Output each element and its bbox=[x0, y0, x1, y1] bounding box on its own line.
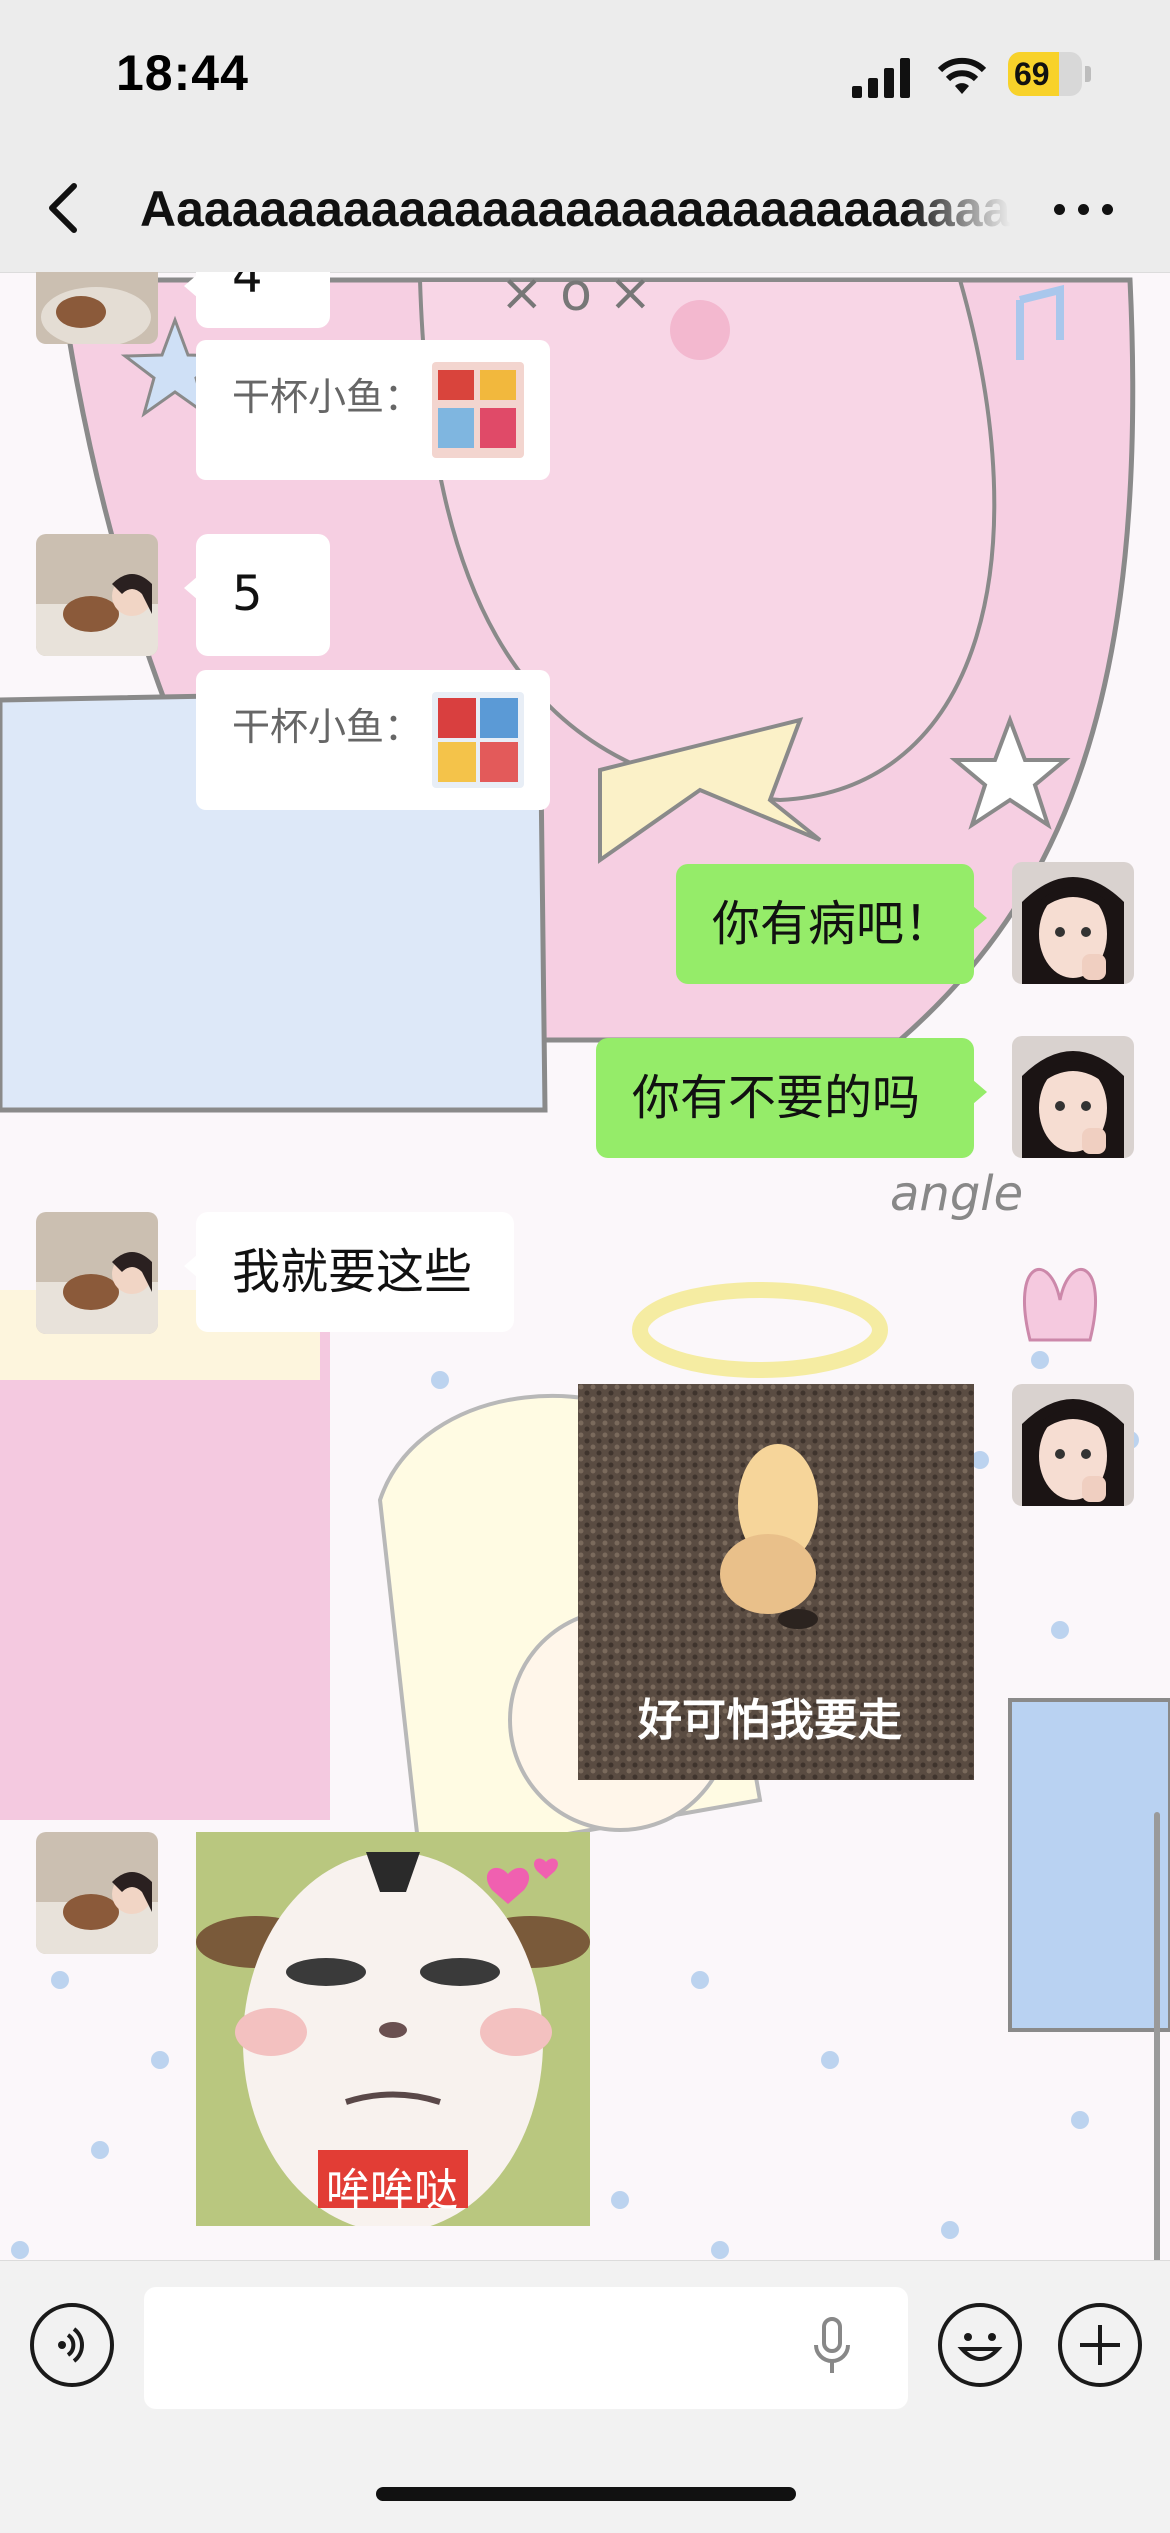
message-text: 你有不要的吗 bbox=[632, 1070, 921, 1126]
my-avatar[interactable] bbox=[1012, 1384, 1134, 1506]
quoted-reply[interactable]: 干杯小鱼： bbox=[196, 340, 550, 480]
message-text: 5 bbox=[232, 566, 263, 622]
sticker-caption: 哞哞哒 bbox=[326, 2165, 458, 2216]
wifi-icon bbox=[937, 57, 987, 94]
my-avatar[interactable] bbox=[1012, 862, 1134, 984]
message-bubble[interactable]: 4 bbox=[184, 272, 330, 328]
status-bar: 18:44 69 bbox=[0, 0, 1170, 150]
microphone-icon[interactable] bbox=[812, 2317, 852, 2377]
message-bubble[interactable]: 你有不要的吗 bbox=[596, 1038, 987, 1158]
message-bubble[interactable]: 你有病吧！ bbox=[676, 864, 987, 984]
quote-thumbnail[interactable] bbox=[432, 362, 524, 458]
home-indicator[interactable] bbox=[376, 2487, 796, 2501]
message-bubble[interactable]: 5 bbox=[184, 534, 330, 656]
quote-sender: 干杯小鱼： bbox=[232, 705, 423, 749]
emoji-icon[interactable] bbox=[938, 2303, 1022, 2387]
contact-avatar[interactable] bbox=[36, 1832, 158, 1954]
ellipsis-icon[interactable] bbox=[1052, 194, 1122, 224]
message-input[interactable] bbox=[144, 2287, 908, 2409]
quoted-reply[interactable]: 干杯小鱼： bbox=[196, 670, 550, 810]
contact-avatar[interactable] bbox=[36, 1212, 158, 1334]
quote-sender: 干杯小鱼： bbox=[232, 375, 423, 419]
message-text: 你有病吧！ bbox=[712, 896, 953, 952]
message-text: 我就要这些 bbox=[232, 1244, 473, 1300]
sticker-caption: 好可怕我要走 bbox=[638, 1695, 902, 1746]
cellular-signal-icon bbox=[852, 58, 910, 98]
contact-avatar[interactable] bbox=[36, 272, 158, 344]
status-time: 18:44 bbox=[116, 45, 249, 101]
message-bubble[interactable]: 我就要这些 bbox=[184, 1212, 514, 1332]
sticker-image[interactable]: 哞哞哒 bbox=[196, 1832, 590, 2226]
my-avatar[interactable] bbox=[1012, 1036, 1134, 1158]
sticker-image[interactable]: 好可怕我要走 bbox=[578, 1384, 974, 1780]
battery-icon: 69 bbox=[1008, 52, 1091, 96]
scrollbar[interactable] bbox=[1154, 1812, 1160, 2260]
voice-icon[interactable] bbox=[30, 2303, 114, 2387]
message-list[interactable]: 4 干杯小鱼： 5 干杯小鱼： 你有病吧！ 你有不要的吗 我就要这些 好可怕我要… bbox=[0, 272, 1170, 2260]
chat-title: Aaaaaaaaaaaaaaaaaaaaaaaaaaaaaaaaa bbox=[140, 181, 1010, 237]
quote-thumbnail[interactable] bbox=[432, 692, 524, 788]
chat-header: Aaaaaaaaaaaaaaaaaaaaaaaaaaaaaaaaa bbox=[0, 150, 1170, 273]
battery-level: 69 bbox=[1014, 56, 1050, 92]
message-text: 4 bbox=[232, 272, 263, 304]
contact-avatar[interactable] bbox=[36, 534, 158, 656]
input-bar bbox=[0, 2260, 1170, 2533]
plus-icon[interactable] bbox=[1058, 2303, 1142, 2387]
chevron-left-icon[interactable] bbox=[40, 178, 90, 238]
